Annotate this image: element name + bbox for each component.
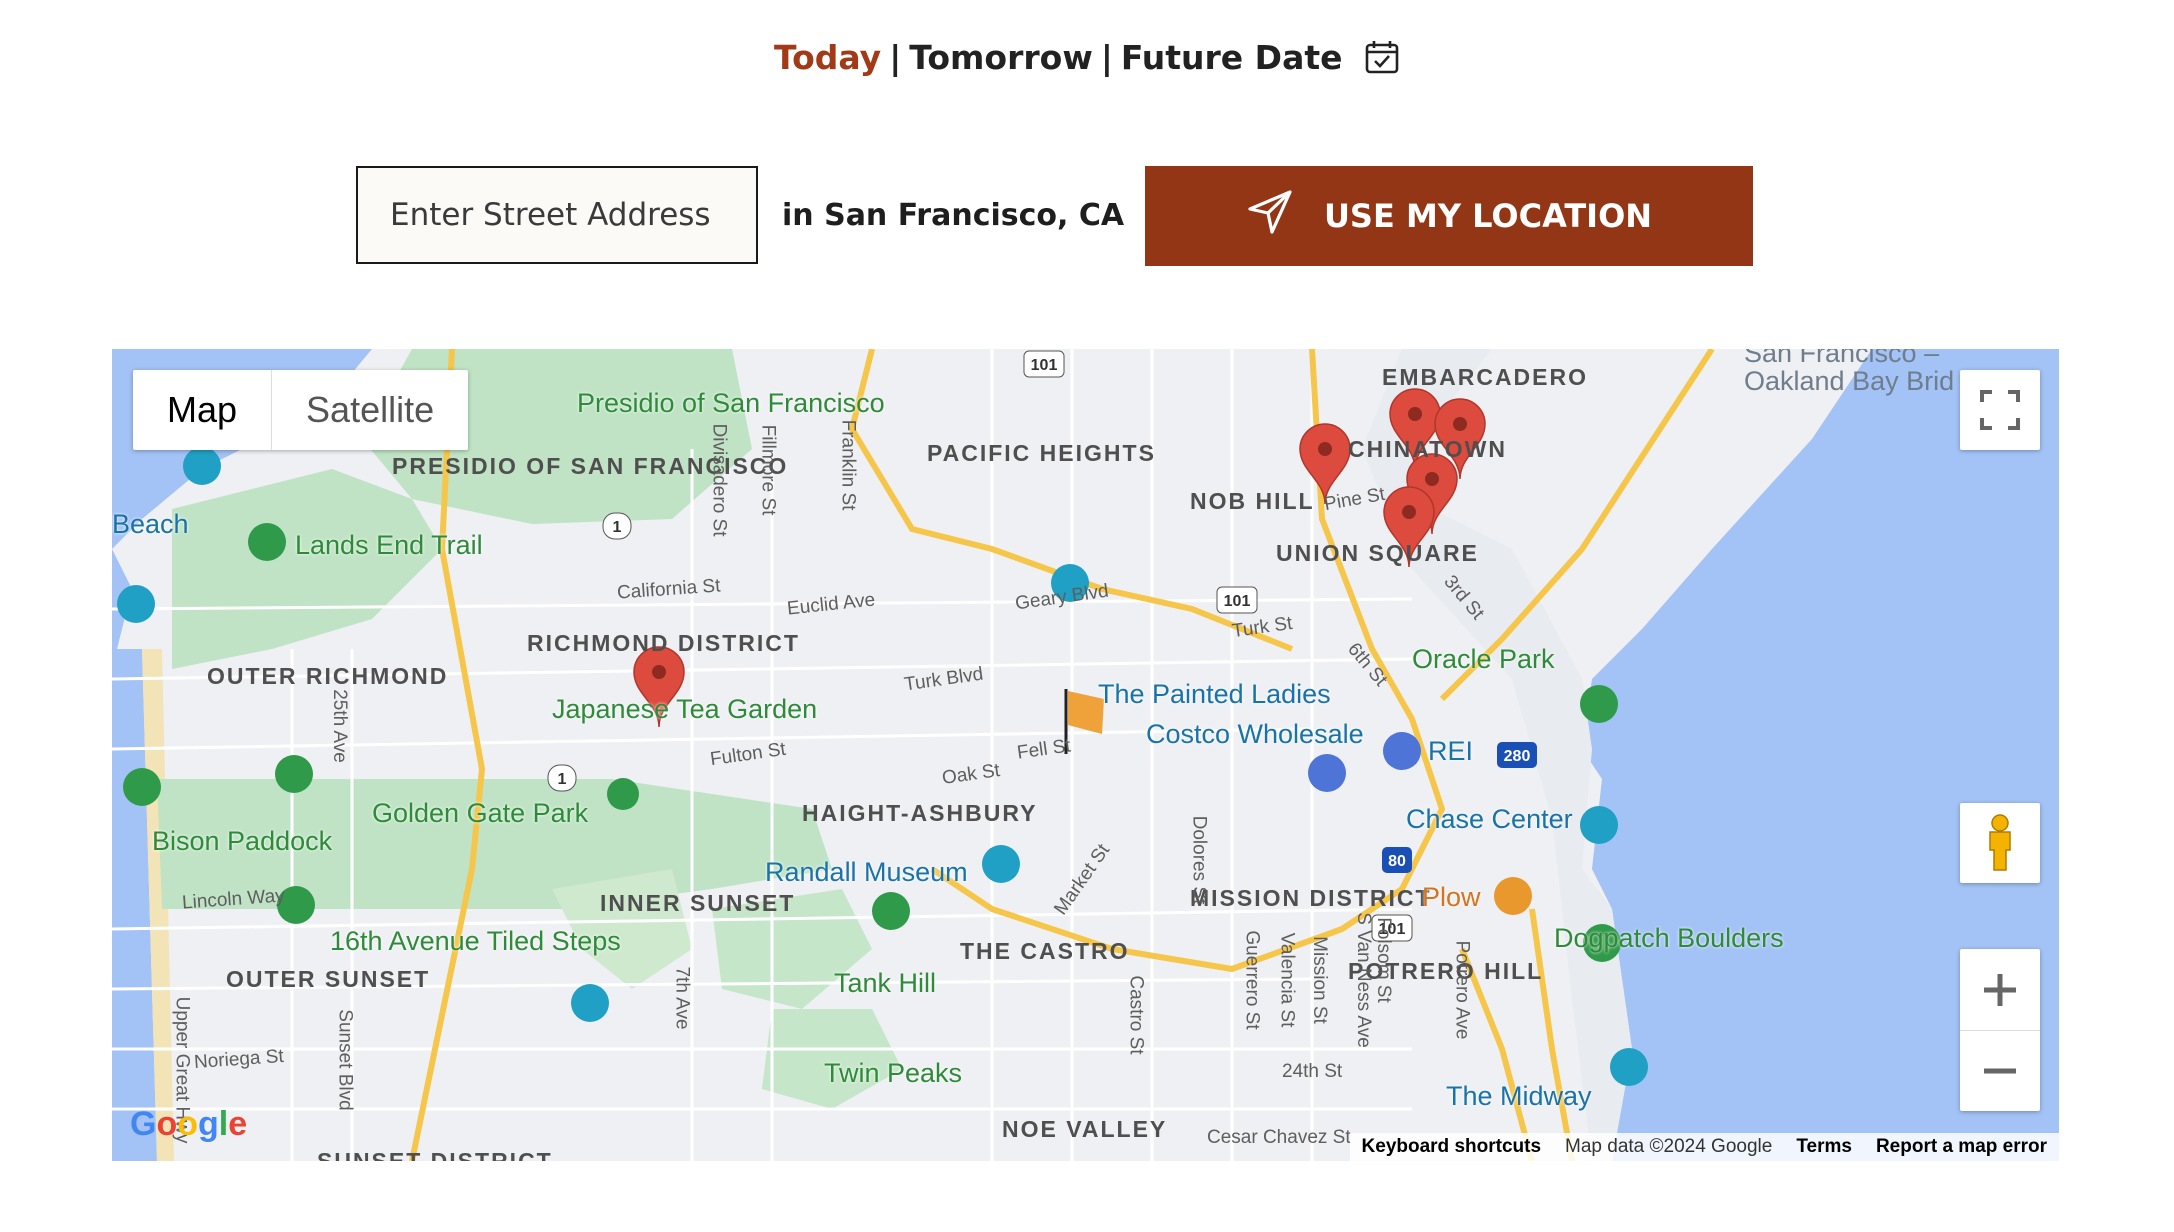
- tab-tomorrow[interactable]: Tomorrow: [909, 38, 1093, 77]
- street-label: Cesar Chavez St: [1207, 1127, 1351, 1148]
- street-label: Mission St: [1308, 936, 1330, 1024]
- street-label: S Van Ness Ave: [1352, 912, 1374, 1048]
- place-label: Chase Center: [1406, 804, 1573, 834]
- tab-separator: |: [1100, 38, 1113, 77]
- place-label: Costco Wholesale: [1146, 719, 1364, 749]
- map-type-map-button[interactable]: Map: [133, 370, 273, 450]
- svg-text:80: 80: [1388, 853, 1406, 870]
- place-label: REI: [1428, 736, 1474, 766]
- svg-text:280: 280: [1504, 748, 1531, 765]
- district-label: HAIGHT-ASHBURY: [802, 800, 1038, 826]
- map-data-attribution: Map data ©2024 Google: [1565, 1136, 1773, 1157]
- zoom-in-button[interactable]: [1960, 950, 2040, 1031]
- street-label: Folsom St: [1372, 917, 1394, 1003]
- date-tabs: Today | Tomorrow | Future Date: [0, 38, 2174, 83]
- place-label: Randall Museum: [765, 857, 968, 887]
- street-label: Fillmore St: [757, 424, 779, 516]
- location-arrow-icon: [1246, 188, 1294, 244]
- street-label: Dolores St: [1188, 815, 1210, 905]
- map-type-control: Map Satellite: [133, 370, 469, 450]
- street-label: 25th Ave: [328, 689, 350, 763]
- place-label: Beach: [112, 509, 189, 539]
- use-my-location-button[interactable]: USE MY LOCATION: [1145, 166, 1753, 266]
- place-label: Lands End Trail: [295, 530, 483, 560]
- tab-future-date[interactable]: Future Date: [1121, 38, 1343, 77]
- place-label: The Painted Ladies: [1098, 679, 1331, 709]
- calendar-check-icon[interactable]: [1364, 39, 1400, 83]
- terms-link[interactable]: Terms: [1784, 1136, 1864, 1158]
- place-label: Dogpatch Boulders: [1554, 923, 1784, 953]
- place-label: Plow: [1422, 882, 1481, 912]
- tab-separator: |: [889, 38, 902, 77]
- map[interactable]: 101 101 101 1 1 80 280 PRESIDIO OF SAN F…: [112, 349, 2059, 1161]
- map-footer: Keyboard shortcuts Map data ©2024 Google…: [1349, 1133, 2059, 1161]
- pegman-icon: [1989, 814, 2011, 871]
- place-label: Japanese Tea Garden: [552, 694, 818, 724]
- svg-text:1: 1: [558, 771, 567, 788]
- district-label: EMBARCADERO: [1382, 364, 1588, 390]
- street-label: Guerrero St: [1241, 930, 1263, 1030]
- street-label: Valencia St: [1276, 932, 1298, 1028]
- district-label: OUTER RICHMOND: [207, 663, 449, 689]
- place-label: Bison Paddock: [152, 826, 333, 856]
- place-label: Twin Peaks: [824, 1058, 963, 1088]
- district-label: UNION SQUARE: [1276, 540, 1479, 566]
- street-label: Franklin St: [837, 419, 859, 511]
- district-label: NOB HILL: [1190, 488, 1315, 514]
- district-label: RICHMOND DISTRICT: [527, 630, 800, 656]
- report-map-error-link[interactable]: Report a map error: [1864, 1136, 2059, 1158]
- google-logo: Google: [130, 1103, 250, 1151]
- street-label: Castro St: [1125, 975, 1147, 1055]
- district-label: INNER SUNSET: [600, 890, 796, 916]
- svg-text:101: 101: [1031, 357, 1058, 374]
- street-address-input[interactable]: [356, 166, 758, 264]
- svg-text:101: 101: [1224, 593, 1251, 610]
- place-label: 16th Avenue Tiled Steps: [330, 926, 621, 956]
- district-label: SUNSET DISTRICT: [317, 1148, 553, 1161]
- zoom-out-button[interactable]: [1960, 1031, 2040, 1111]
- place-label: Oracle Park: [1412, 644, 1555, 674]
- minus-icon: [1984, 1068, 2016, 1073]
- place-label: Tank Hill: [834, 968, 937, 998]
- district-label: THE CASTRO: [960, 938, 1130, 964]
- plus-icon: [1984, 973, 2016, 1006]
- city-label: in San Francisco, CA: [782, 198, 1125, 233]
- keyboard-shortcuts-link[interactable]: Keyboard shortcuts: [1350, 1136, 1553, 1158]
- use-my-location-label: USE MY LOCATION: [1323, 197, 1653, 235]
- street-label: 7th Ave: [671, 966, 693, 1030]
- street-label: Divisadero St: [708, 423, 730, 537]
- district-label: NOE VALLEY: [1002, 1116, 1168, 1142]
- street-view-pegman-button[interactable]: [1960, 803, 2040, 883]
- svg-text:1: 1: [613, 519, 622, 536]
- fullscreen-icon: [1980, 390, 2020, 430]
- place-label: The Midway: [1446, 1081, 1592, 1111]
- tab-today[interactable]: Today: [774, 38, 881, 77]
- place-label: Presidio of San Francisco: [577, 388, 885, 418]
- map-type-satellite-button[interactable]: Satellite: [272, 370, 468, 450]
- street-label: Potrero Ave: [1451, 940, 1473, 1040]
- district-label: MISSION DISTRICT: [1190, 885, 1432, 911]
- fullscreen-button[interactable]: [1960, 370, 2040, 450]
- place-label: Golden Gate Park: [372, 798, 589, 828]
- zoom-control: [1960, 949, 2040, 1111]
- district-label: PACIFIC HEIGHTS: [927, 440, 1156, 466]
- svg-text:Google: Google: [130, 1105, 247, 1143]
- street-label: 24th St: [1282, 1061, 1343, 1082]
- street-label: Sunset Blvd: [334, 1009, 356, 1111]
- district-label: CHINATOWN: [1348, 436, 1507, 462]
- district-label: OUTER SUNSET: [226, 966, 431, 992]
